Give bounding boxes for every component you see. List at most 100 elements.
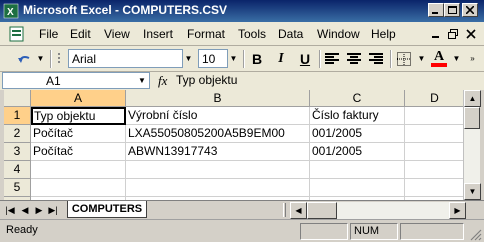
cell-a3[interactable]: Počítač — [31, 143, 126, 161]
doc-minimize-icon[interactable] — [430, 28, 442, 40]
worksheet-grid[interactable]: A B C D 1 2 3 4 5 6 Typ objektu Výrobní … — [4, 90, 463, 200]
sheet-tab-computers[interactable]: COMPUTERS — [67, 201, 147, 218]
cell-a4[interactable] — [31, 161, 126, 179]
font-size-dropdown-icon[interactable]: ▼ — [228, 50, 239, 67]
row-header-2[interactable]: 2 — [4, 125, 31, 143]
toolbar-grip-icon — [56, 52, 64, 66]
toolbar-separator — [390, 50, 392, 68]
workbook-icon[interactable] — [8, 25, 26, 43]
menu-data[interactable]: Data — [278, 27, 303, 41]
cell-c4[interactable] — [310, 161, 405, 179]
cell-b5[interactable] — [126, 179, 310, 197]
font-size-combo[interactable]: 10 — [198, 49, 228, 68]
tab-split-handle[interactable] — [283, 203, 286, 217]
bold-button[interactable]: B — [247, 50, 267, 68]
cell-d2[interactable] — [405, 125, 463, 143]
menu-view[interactable]: View — [104, 27, 130, 41]
close-icon[interactable] — [462, 3, 478, 17]
cell-c3[interactable]: 001/2005 — [310, 143, 405, 161]
maximize-icon[interactable] — [444, 3, 460, 17]
scroll-down-icon[interactable]: ▼ — [464, 183, 481, 200]
font-color-button[interactable]: A — [429, 50, 449, 68]
horizontal-scrollbar[interactable]: ◀ ▶ — [290, 202, 466, 219]
horizontal-scroll-thumb[interactable] — [307, 202, 337, 219]
toolbar-options-icon[interactable]: » — [467, 50, 478, 67]
title-bar: X Microsoft Excel - COMPUTERS.CSV — [0, 0, 484, 22]
last-sheet-icon[interactable]: ▶| — [47, 204, 59, 217]
cell-b3[interactable]: ABWN13917743 — [126, 143, 310, 161]
doc-close-icon[interactable] — [465, 28, 477, 40]
cell-a2[interactable]: Počítač — [31, 125, 126, 143]
minimize-icon[interactable] — [428, 3, 444, 17]
menu-file[interactable]: File — [39, 27, 58, 41]
next-sheet-icon[interactable]: ▶ — [33, 204, 45, 217]
vertical-scrollbar[interactable]: ▲ ▼ — [463, 90, 481, 200]
formatting-toolbar: ▼ Arial ▼ 10 ▼ B I U ▼ A ▼ » — [0, 46, 484, 72]
select-all-corner[interactable] — [4, 90, 31, 107]
prev-sheet-icon[interactable]: ◀ — [19, 204, 31, 217]
scroll-left-icon[interactable]: ◀ — [290, 202, 307, 219]
first-sheet-icon[interactable]: |◀ — [4, 204, 16, 217]
row-header-5[interactable]: 5 — [4, 179, 31, 197]
font-color-label: A — [433, 49, 445, 64]
undo-icon[interactable] — [14, 50, 34, 68]
menu-format[interactable]: Format — [187, 27, 225, 41]
toolbar-separator — [50, 50, 52, 68]
cell-d4[interactable] — [405, 161, 463, 179]
insert-function-icon[interactable]: fx — [158, 73, 167, 89]
font-name-combo[interactable]: Arial — [68, 49, 183, 68]
cell-a1[interactable]: Typ objektu — [31, 107, 126, 125]
vertical-scroll-thumb[interactable] — [464, 107, 480, 129]
menu-insert[interactable]: Insert — [143, 27, 173, 41]
align-right-icon[interactable] — [366, 50, 386, 68]
row-header-3[interactable]: 3 — [4, 143, 31, 161]
menu-tools[interactable]: Tools — [238, 27, 266, 41]
cell-b2[interactable]: LXA55050805200A5B9EM00 — [126, 125, 310, 143]
cell-c1[interactable]: Číslo faktury — [310, 107, 405, 125]
excel-app-icon[interactable]: X — [3, 3, 19, 19]
column-header-c[interactable]: C — [310, 90, 405, 107]
status-num: NUM — [350, 223, 398, 240]
column-header-b[interactable]: B — [126, 90, 310, 107]
window-title: Microsoft Excel - COMPUTERS.CSV — [23, 3, 228, 17]
doc-restore-icon[interactable] — [447, 28, 459, 40]
status-panel-empty — [400, 223, 464, 240]
name-box[interactable]: A1 — [2, 72, 150, 89]
sheet-tab-bar: |◀ ◀ ▶ ▶| COMPUTERS ◀ ▶ — [0, 200, 484, 219]
row-header-4[interactable]: 4 — [4, 161, 31, 179]
column-header-d[interactable]: D — [405, 90, 463, 107]
toolbar-separator — [319, 50, 321, 68]
cell-d3[interactable] — [405, 143, 463, 161]
status-ready: Ready — [6, 224, 38, 236]
align-left-icon[interactable] — [322, 50, 342, 68]
align-center-icon[interactable] — [344, 50, 364, 68]
borders-icon[interactable] — [394, 50, 414, 68]
formula-input[interactable]: Typ objektu — [176, 73, 237, 87]
italic-button[interactable]: I — [271, 50, 291, 68]
row-header-1[interactable]: 1 — [4, 107, 31, 125]
menu-window[interactable]: Window — [317, 27, 360, 41]
menu-help[interactable]: Help — [371, 27, 396, 41]
formula-bar: A1 ▼ fx Typ objektu — [0, 72, 484, 90]
cell-c5[interactable] — [310, 179, 405, 197]
font-color-swatch — [431, 63, 447, 67]
cell-b4[interactable] — [126, 161, 310, 179]
name-box-dropdown-icon[interactable]: ▼ — [138, 76, 146, 85]
font-name-dropdown-icon[interactable]: ▼ — [183, 50, 194, 67]
cell-c2[interactable]: 001/2005 — [310, 125, 405, 143]
menu-bar: File Edit View Insert Format Tools Data … — [0, 22, 484, 46]
undo-dropdown-icon[interactable]: ▼ — [35, 50, 46, 67]
cell-d1[interactable] — [405, 107, 463, 125]
cell-d5[interactable] — [405, 179, 463, 197]
menu-edit[interactable]: Edit — [70, 27, 91, 41]
resize-grip-icon[interactable] — [468, 227, 482, 241]
cell-b1[interactable]: Výrobní číslo — [126, 107, 310, 125]
underline-button[interactable]: U — [295, 50, 315, 68]
column-header-a[interactable]: A — [31, 90, 126, 107]
scroll-right-icon[interactable]: ▶ — [449, 202, 466, 219]
cell-a5[interactable] — [31, 179, 126, 197]
scroll-up-icon[interactable]: ▲ — [464, 90, 481, 107]
toolbar-separator — [243, 50, 245, 68]
font-color-dropdown-icon[interactable]: ▼ — [451, 50, 462, 67]
borders-dropdown-icon[interactable]: ▼ — [416, 50, 427, 67]
